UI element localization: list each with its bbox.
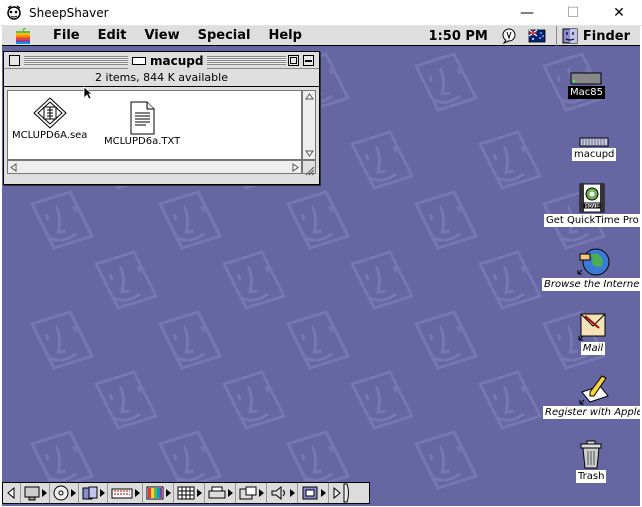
disk-image-icon [579, 137, 609, 147]
keychain-icon[interactable] [108, 483, 143, 503]
svg-text:MOVIE: MOVIE [584, 203, 600, 209]
desktop-icon-label: Trash [576, 470, 607, 483]
register-alias-icon [579, 375, 609, 405]
strip-scroll-left-icon[interactable] [3, 483, 21, 503]
finder-window-info: 2 items, 844 K available [4, 69, 319, 87]
desktop-icon-mac85[interactable]: Mac85 [568, 72, 605, 99]
host-window-title: SheepShaver [29, 5, 109, 20]
apple-rainbow-icon[interactable] [14, 27, 32, 44]
window-collapse-box[interactable] [303, 55, 314, 66]
menu-file[interactable]: File [44, 26, 89, 46]
desktop-icon-label: Mail [580, 342, 606, 355]
menu-special[interactable]: Special [189, 26, 260, 46]
menubar-separator [555, 26, 557, 46]
internet-globe-alias-icon [577, 248, 610, 276]
mac-desktop[interactable]: File Edit View Special Help 1:50 PM Find… [2, 26, 640, 506]
desktop-icon-label: Mac85 [568, 86, 605, 99]
host-maximize-button[interactable]: ☐ [550, 0, 596, 26]
help-balloon-icon[interactable] [500, 28, 518, 44]
desktop-icon-label: Browse the Internet [542, 278, 640, 291]
vertical-scrollbar[interactable] [302, 90, 316, 160]
file-name: MCLUPD6A.sea [12, 130, 88, 141]
finder-window-content[interactable]: MCLUPD6A.sea MCLUPD6a.TXT [7, 90, 302, 160]
trash-icon [580, 440, 602, 469]
self-extracting-archive-icon [32, 97, 67, 129]
file-name: MCLUPD6a.TXT [104, 136, 181, 147]
finder-window: macupd 2 items, 844 K available MCLUPD6A… [3, 51, 320, 185]
titlebar-stripes [202, 56, 286, 65]
host-titlebar: SheepShaver — ☐ ✕ [0, 0, 642, 26]
finder-icon[interactable] [561, 28, 579, 44]
text-document-icon [130, 101, 155, 135]
cd-icon[interactable] [50, 483, 79, 503]
hard-disk-icon [570, 72, 602, 85]
printer-icon[interactable] [205, 483, 236, 503]
control-strip [2, 482, 370, 504]
desktop-icon-trash[interactable]: Trash [576, 438, 607, 483]
menu-view[interactable]: View [135, 26, 188, 46]
desktop-icon-label: Register with Apple [543, 406, 640, 419]
window-zoom-box[interactable] [288, 55, 299, 66]
finder-window-title: macupd [150, 53, 204, 68]
titlebar-stripes [24, 56, 129, 65]
quicktime-movie-icon: MOVIE [579, 183, 605, 213]
mouse-cursor-icon [83, 86, 93, 100]
desktop-icon-browse-the-internet[interactable]: Browse the Internet [542, 246, 640, 291]
mac-menubar: File Edit View Special Help 1:50 PM Find… [2, 26, 640, 46]
desktop-icon-mail[interactable]: Mail [577, 310, 609, 355]
sound-volume-icon[interactable] [267, 483, 298, 503]
window-close-box[interactable] [9, 55, 20, 66]
folder-icon [132, 56, 146, 65]
remote-access-icon[interactable] [298, 483, 329, 503]
host-close-button[interactable]: ✕ [596, 0, 642, 26]
scroll-left-arrow-icon[interactable] [10, 163, 19, 172]
finder-window-titlebar[interactable]: macupd [4, 52, 319, 69]
scroll-down-arrow-icon[interactable] [305, 148, 314, 157]
file-item[interactable]: MCLUPD6a.TXT [104, 101, 180, 147]
mail-alias-icon [578, 313, 606, 341]
desktop-icon-get-quicktime-pro[interactable]: MOVIE Get QuickTime Pro [544, 182, 640, 227]
color-depth-icon[interactable] [143, 483, 174, 503]
strip-tab-icon[interactable] [343, 483, 351, 503]
window-resize-grip[interactable] [302, 160, 316, 176]
horizontal-scrollbar[interactable] [7, 160, 302, 174]
location-icon[interactable] [236, 483, 267, 503]
desktop-icon-macupd[interactable]: macupd [572, 136, 617, 161]
file-item[interactable]: MCLUPD6A.sea [12, 97, 87, 141]
desktop-icon-label: Get QuickTime Pro [544, 214, 640, 227]
resize-grip-icon [305, 166, 315, 176]
host-minimize-button[interactable]: — [504, 0, 550, 26]
menubar-clock[interactable]: 1:50 PM [429, 29, 488, 44]
scroll-up-arrow-icon[interactable] [305, 93, 314, 102]
sheep-icon [7, 5, 21, 20]
monitor-icon[interactable] [21, 483, 50, 503]
active-app-name[interactable]: Finder [583, 29, 630, 44]
scroll-right-arrow-icon[interactable] [290, 163, 299, 172]
desktop-icon-label: macupd [572, 148, 617, 161]
menu-edit[interactable]: Edit [89, 26, 136, 46]
desktop-icon-register-with-apple[interactable]: Register with Apple [543, 374, 640, 419]
australia-flag-icon[interactable] [528, 28, 546, 44]
menu-help[interactable]: Help [259, 26, 310, 46]
strip-scroll-right-icon[interactable] [329, 483, 353, 503]
resolution-icon[interactable] [174, 483, 205, 503]
file-sharing-icon[interactable] [79, 483, 108, 503]
